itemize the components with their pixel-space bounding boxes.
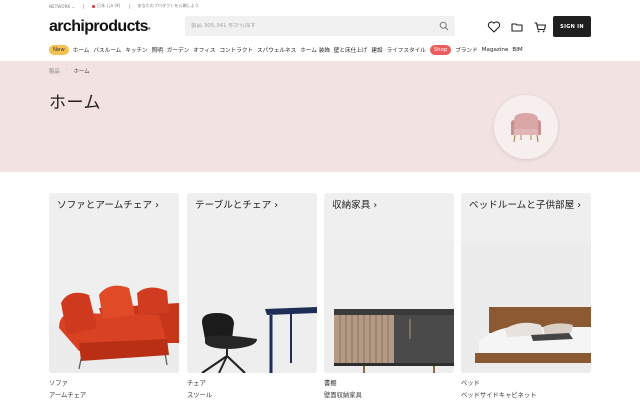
link-chair[interactable]: チェア [187,378,212,390]
nav-item-brands[interactable]: ブランド [455,46,477,54]
sideboard-image [324,243,454,373]
divider [128,3,130,9]
divider [83,3,84,9]
card-links-sofas: ソファ アームチェア [49,378,86,400]
category-card-sofas[interactable]: ソファとアームチェア › [49,193,179,373]
nav-item-office[interactable]: オフィス [193,46,215,54]
link-armchair[interactable]: アームチェア [49,390,86,400]
card-title[interactable]: ソファとアームチェア › [57,200,173,212]
category-card-tables-chairs[interactable]: テーブルとチェア › [187,193,317,373]
search-box [185,16,455,36]
card-links-bedroom: ベッド ベッドサイドキャビネット [461,378,537,400]
sofa-image [49,285,179,373]
card-title[interactable]: ベッドルームと子供部屋 › [469,200,585,212]
card-links-tables-chairs: チェア スツール [187,378,212,400]
nav-item-bim[interactable]: BIM [512,47,522,53]
breadcrumb-separator: · [65,67,68,73]
nav-item-construction[interactable]: 建設 [371,46,382,54]
nav-item-home-decor[interactable]: ホーム 装飾 [300,46,330,54]
flag-icon [92,4,95,8]
network-link[interactable]: NETWORK ⌄ [49,4,75,9]
search-icon[interactable] [439,21,449,31]
link-bookcase[interactable]: 書棚 [324,378,362,390]
card-title[interactable]: テーブルとチェア › [195,200,311,212]
page-title: ホーム [49,93,101,113]
header-icons [487,19,547,33]
promo-link[interactable]: あなたのプロダクトを公開しよう [138,3,200,9]
shop-badge[interactable]: Shop [429,45,452,55]
logo[interactable]: archiproducts® [49,18,151,36]
nav-item-contract[interactable]: コントラクト [219,46,253,54]
cart-icon[interactable] [533,19,547,33]
card-title[interactable]: 収納家具 › [332,200,448,212]
folder-icon[interactable] [510,19,524,33]
bed-image [461,243,591,373]
link-bed[interactable]: ベッド [461,378,537,390]
nav-item-garden[interactable]: ガーデン [167,46,189,54]
category-card-bedroom[interactable]: ベッドルームと子供部屋 › [461,193,591,373]
top-strip: NETWORK ⌄ 日本 | ja (¥) あなたのプロダクトを公開しよう [0,0,640,12]
breadcrumb-current: ホーム [73,69,90,75]
sign-in-button[interactable]: SIGN IN [553,16,591,37]
heart-icon[interactable] [487,19,501,33]
breadcrumb-item[interactable]: 製品 [49,67,60,75]
country-selector[interactable]: 日本 | ja (¥) [92,3,121,9]
nav-item-spa-wellness[interactable]: スパウェルネス [257,46,296,54]
chair-icon [511,113,541,143]
link-sofa[interactable]: ソファ [49,378,86,390]
nav-item-lifestyle[interactable]: ライフスタイル [387,46,426,54]
search-input[interactable] [191,23,431,29]
nav-item-bathroom[interactable]: バスルーム [93,46,121,54]
link-nightstand[interactable]: ベッドサイドキャビネット [461,390,537,400]
breadcrumb: 製品 · ホーム [49,67,90,75]
category-card-storage[interactable]: 収納家具 › [324,193,454,373]
nav-item-kitchen[interactable]: キッチン [125,46,147,54]
card-links-storage: 書棚 壁面収納家具 [324,378,362,400]
nav-item-home[interactable]: ホーム [73,46,90,54]
category-image [494,95,558,159]
category-nav: New ホーム バスルーム キッチン 照明 ガーデン オフィス コントラクト ス… [49,43,523,57]
nav-item-magazine[interactable]: Magazine [482,47,509,53]
nav-item-lighting[interactable]: 照明 [152,46,163,54]
nav-item-wall-floor[interactable]: 壁と床仕上げ [334,46,368,54]
new-badge[interactable]: New [49,45,69,55]
link-stool[interactable]: スツール [187,390,212,400]
link-wall-storage[interactable]: 壁面収納家具 [324,390,362,400]
chair-table-image [187,243,317,373]
